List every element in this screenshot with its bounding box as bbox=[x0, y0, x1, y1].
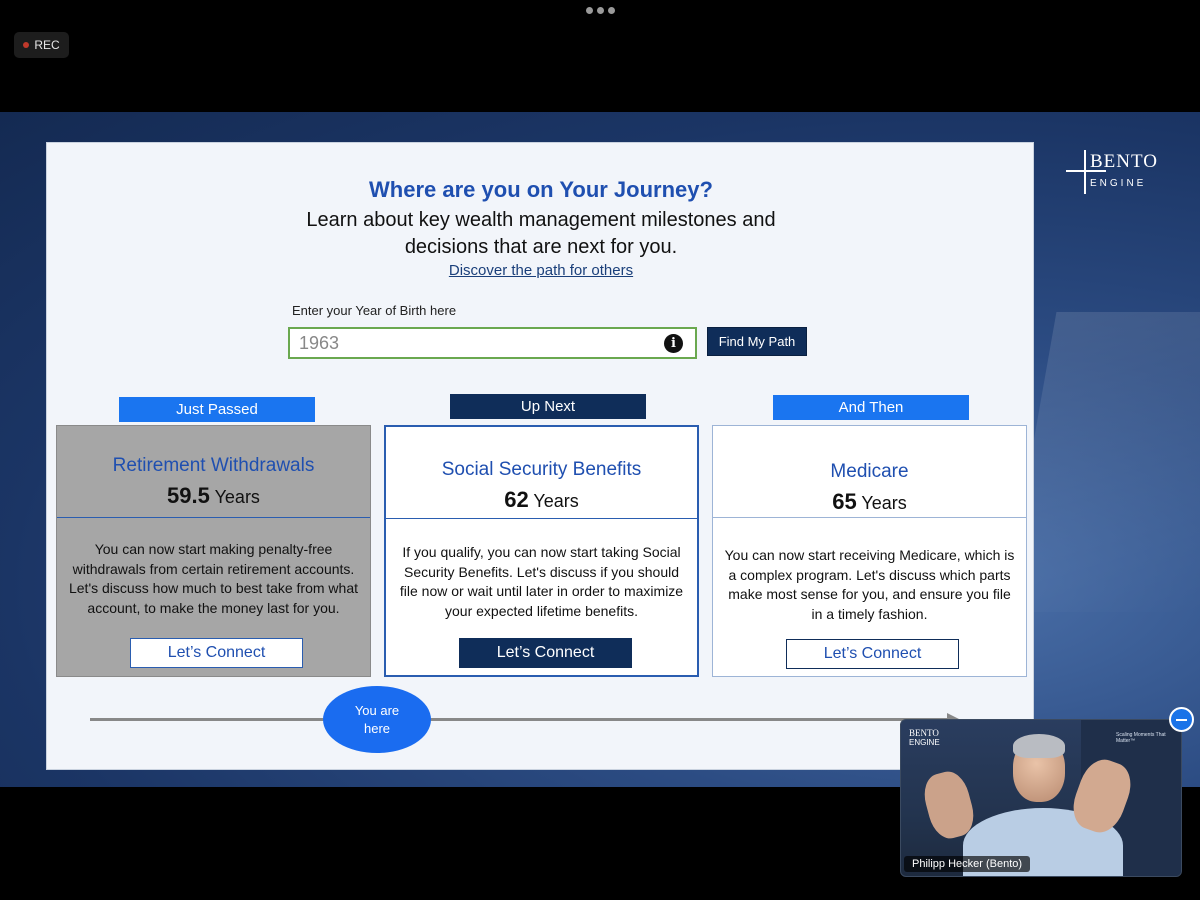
you-are-here-line-1: You are bbox=[354, 702, 400, 718]
and-then-tag: And Then bbox=[773, 395, 969, 420]
card-title: Medicare bbox=[830, 461, 909, 482]
card-description: If you qualify, you can now start taking… bbox=[399, 544, 684, 619]
logo-word-1: BENTO bbox=[1090, 151, 1158, 172]
more-options-icon[interactable] bbox=[586, 7, 615, 14]
you-are-here-marker: You are here bbox=[323, 686, 431, 753]
info-icon[interactable]: i bbox=[664, 334, 683, 353]
card-title: Social Security Benefits bbox=[441, 459, 642, 480]
page-title: Where are you on Your Journey? bbox=[369, 177, 713, 202]
up-next-tag: Up Next bbox=[450, 394, 646, 419]
discover-path-link[interactable]: Discover the path for others bbox=[47, 262, 1035, 279]
lets-connect-button[interactable]: Let’s Connect bbox=[459, 638, 632, 668]
record-dot-icon bbox=[23, 42, 30, 48]
rec-label: REC bbox=[34, 38, 60, 52]
card-header: Medicare 65 Years bbox=[713, 426, 1026, 518]
lets-connect-button[interactable]: Let’s Connect bbox=[786, 639, 959, 669]
card-age: 65 Years bbox=[713, 489, 1026, 515]
logo-word-2: ENGINE bbox=[1090, 178, 1147, 189]
year-of-birth-value: 1963 bbox=[299, 332, 340, 353]
milestone-card-medicare: Medicare 65 Years You can now start rece… bbox=[712, 425, 1027, 677]
minimize-video-button[interactable] bbox=[1169, 707, 1194, 732]
card-title: Retirement Withdrawals bbox=[112, 455, 315, 476]
card-age-unit: Years bbox=[533, 491, 579, 511]
card-age: 62 Years bbox=[386, 487, 697, 513]
participant-hair bbox=[1013, 734, 1065, 758]
card-description: You can now start making penalty-free wi… bbox=[68, 541, 359, 616]
you-are-here-line-2: here bbox=[363, 720, 391, 736]
timeline-line bbox=[90, 718, 950, 721]
journey-slide: Where are you on Your Journey? Learn abo… bbox=[46, 142, 1034, 770]
recording-indicator: REC bbox=[14, 32, 69, 58]
card-age: 59.5 Years bbox=[57, 483, 370, 509]
milestone-card-retirement: Retirement Withdrawals 59.5 Years You ca… bbox=[56, 425, 371, 677]
card-description: You can now start receiving Medicare, wh… bbox=[724, 547, 1015, 622]
video-logo-word-2: ENGINE bbox=[909, 738, 940, 747]
find-my-path-button[interactable]: Find My Path bbox=[707, 327, 807, 356]
participant-name-label: Philipp Hecker (Bento) bbox=[904, 856, 1031, 872]
video-bento-logo: BENTO ENGINE bbox=[909, 728, 940, 747]
card-age-unit: Years bbox=[861, 493, 907, 513]
year-of-birth-label: Enter your Year of Birth here bbox=[292, 303, 457, 318]
lets-connect-button[interactable]: Let’s Connect bbox=[130, 638, 303, 668]
subtitle-line-2: decisions that are next for you. bbox=[404, 236, 678, 258]
just-passed-tag: Just Passed bbox=[119, 397, 315, 422]
meeting-top-bar: REC bbox=[0, 0, 1200, 112]
year-of-birth-input[interactable]: 1963 i bbox=[288, 327, 697, 359]
bento-engine-logo: BENTO ENGINE bbox=[1066, 150, 1166, 195]
page-subtitle: Learn about key wealth management milest… bbox=[47, 207, 1035, 261]
milestone-card-social-security: Social Security Benefits 62 Years If you… bbox=[384, 425, 699, 677]
card-age-value: 59.5 bbox=[167, 483, 210, 508]
subtitle-line-1: Learn about key wealth management milest… bbox=[306, 209, 776, 231]
card-age-value: 65 bbox=[832, 489, 857, 514]
card-age-value: 62 bbox=[504, 487, 529, 512]
card-header: Retirement Withdrawals 59.5 Years bbox=[57, 426, 370, 518]
minus-icon bbox=[1176, 718, 1187, 721]
card-age-unit: Years bbox=[214, 487, 260, 507]
card-header: Social Security Benefits 62 Years bbox=[386, 427, 697, 519]
video-tagline: Scaling Moments That Matter™ bbox=[1116, 732, 1166, 744]
participant-video-tile[interactable]: BENTO ENGINE Scaling Moments That Matter… bbox=[900, 719, 1182, 877]
video-logo-word-1: BENTO bbox=[909, 728, 939, 738]
